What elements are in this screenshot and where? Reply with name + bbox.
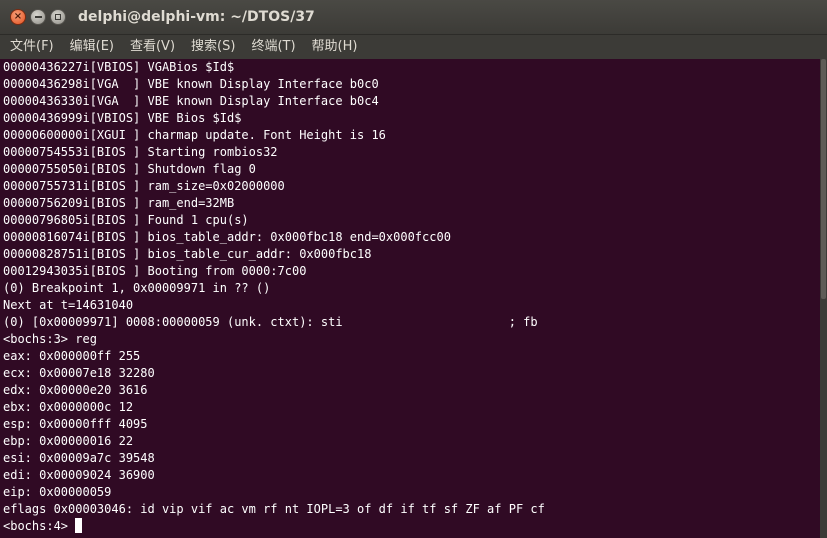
scrollbar[interactable] [820, 59, 827, 538]
terminal-line: ecx: 0x00007e18 32280 [3, 366, 155, 380]
menu-help[interactable]: 帮助(H) [301, 35, 363, 59]
terminal-line: 00000828751i[BIOS ] bios_table_cur_addr:… [3, 247, 372, 261]
terminal-line: 00000755731i[BIOS ] ram_size=0x02000000 [3, 179, 285, 193]
terminal-line: 00000600000i[XGUI ] charmap update. Font… [3, 128, 386, 142]
minimize-icon [34, 16, 42, 18]
terminal-line: (0) [0x00009971] 0008:00000059 (unk. ctx… [3, 315, 538, 329]
close-icon: × [13, 11, 23, 22]
terminal-output[interactable]: 00000436227i[VBIOS] VGABios $Id$ 00000436… [0, 59, 820, 538]
terminal-line: eax: 0x000000ff 255 [3, 349, 141, 363]
menu-view[interactable]: 查看(V) [119, 35, 180, 59]
terminal-line: 00000436298i[VGA ] VBE known Display Int… [3, 77, 379, 91]
window-title: delphi@delphi-vm: ~/DTOS/37 [78, 9, 315, 25]
terminal-prompt-line: <bochs:4> [3, 518, 820, 535]
maximize-icon [55, 14, 61, 20]
terminal-line: 00000754553i[BIOS ] Starting rombios32 [3, 145, 278, 159]
terminal-line: esi: 0x00009a7c 39548 [3, 451, 155, 465]
terminal-line: esp: 0x00000fff 4095 [3, 417, 148, 431]
menu-edit[interactable]: 编辑(E) [59, 35, 119, 59]
terminal-line: ebx: 0x0000000c 12 [3, 400, 134, 414]
terminal-line: 00000816074i[BIOS ] bios_table_addr: 0x0… [3, 230, 451, 244]
terminal-line: <bochs:3> reg [3, 332, 97, 346]
terminal-line: Next at t=14631040 [3, 298, 134, 312]
terminal-window: × delphi@delphi-vm: ~/DTOS/37 文件(F) 编辑(E… [0, 0, 827, 538]
minimize-button[interactable] [30, 9, 46, 25]
terminal-line: edi: 0x00009024 36900 [3, 468, 155, 482]
terminal-cursor [75, 518, 83, 533]
terminal-line: (0) Breakpoint 1, 0x00009971 in ?? () [3, 281, 271, 295]
maximize-button[interactable] [50, 9, 66, 25]
close-button[interactable]: × [10, 9, 26, 25]
terminal-line: 00000436330i[VGA ] VBE known Display Int… [3, 94, 379, 108]
terminal-line: eflags 0x00003046: id vip vif ac vm rf n… [3, 502, 545, 516]
terminal-line: 00000436227i[VBIOS] VGABios $Id$ [3, 60, 235, 74]
terminal-line: 00000436999i[VBIOS] VBE Bios $Id$ [3, 111, 242, 125]
terminal-line: 00000755050i[BIOS ] Shutdown flag 0 [3, 162, 256, 176]
terminal-line: eip: 0x00000059 [3, 485, 112, 499]
terminal-line: 00012943035i[BIOS ] Booting from 0000:7c… [3, 264, 307, 278]
menu-search[interactable]: 搜索(S) [180, 35, 240, 59]
scrollbar-thumb[interactable] [821, 59, 826, 299]
terminal-line: 00000796805i[BIOS ] Found 1 cpu(s) [3, 213, 249, 227]
menu-bar: 文件(F) 编辑(E) 查看(V) 搜索(S) 终端(T) 帮助(H) [0, 35, 827, 59]
terminal-line: 00000756209i[BIOS ] ram_end=32MB [3, 196, 235, 210]
terminal-text: 00000436227i[VBIOS] VGABios $Id$ 00000436… [0, 59, 820, 535]
menu-terminal[interactable]: 终端(T) [240, 35, 300, 59]
terminal-line: ebp: 0x00000016 22 [3, 434, 134, 448]
title-bar[interactable]: × delphi@delphi-vm: ~/DTOS/37 [0, 0, 827, 35]
menu-file[interactable]: 文件(F) [0, 35, 59, 59]
terminal-line: edx: 0x00000e20 3616 [3, 383, 148, 397]
